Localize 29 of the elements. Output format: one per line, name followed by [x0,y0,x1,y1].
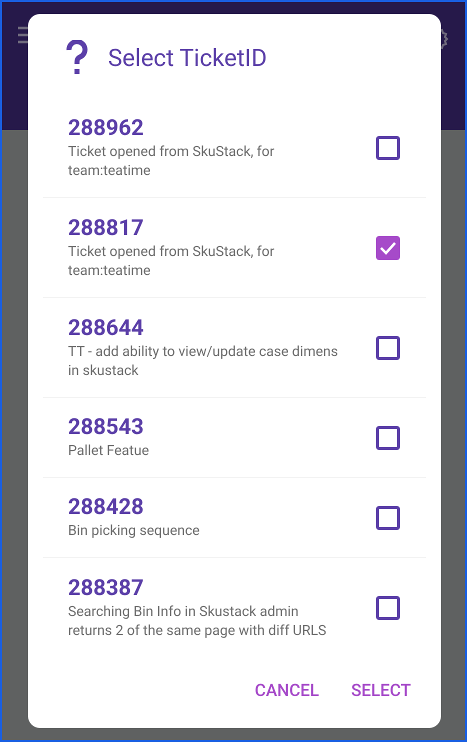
checkbox[interactable] [376,236,400,260]
ticket-row[interactable]: 288428 Bin picking sequence [43,478,426,558]
ticket-row[interactable]: 288644 TT - add ability to view/update case dimens in skustack [43,298,426,398]
question-mark-icon [66,40,88,76]
ticket-description: Bin picking sequence [68,522,201,541]
ticket-id: 288543 [68,414,145,442]
checkbox[interactable] [376,596,400,620]
ticket-row[interactable]: 288543 Pallet Featue [43,398,426,478]
checkbox[interactable] [376,506,400,530]
check-icon [379,240,397,254]
ticket-id: 288962 [68,114,145,142]
ticket-row[interactable]: 288962 Ticket opened from SkuStack, for team:teatime [43,98,426,198]
ticket-id: 288387 [68,575,145,603]
checkbox[interactable] [376,136,400,160]
ticket-description: Searching Bin Info in Skustack admin returns 2 of the same page with diff URLS [68,603,328,641]
checkbox[interactable] [376,336,400,360]
ticket-description: Pallet Featue [68,442,150,461]
ticket-id: 288817 [68,214,145,242]
ticket-description: TT - add ability to view/update case dimens in skustack [68,342,339,380]
dialog-title: Select TicketID [108,43,267,74]
ticket-id: 288644 [68,314,145,342]
ticket-description: Ticket opened from SkuStack, for team:teatime [68,142,276,180]
ticket-id: 288428 [68,494,145,522]
checkbox[interactable] [376,426,400,450]
ticket-description: Ticket opened from SkuStack, for team:teatime [68,242,276,280]
cancel-button[interactable]: CANCEL [254,678,320,704]
select-button[interactable]: SELECT [351,678,411,704]
ticket-row[interactable]: 288387 Searching Bin Info in Skustack admin returns 2 of the same page with diff URLS [43,558,426,658]
ticket-row[interactable]: 288817 Ticket opened from SkuStack, for team:teatime [43,198,426,298]
